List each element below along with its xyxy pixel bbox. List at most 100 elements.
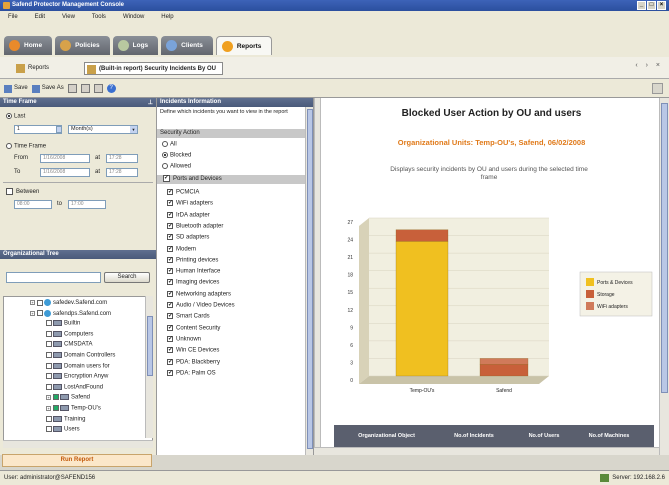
- tree-item[interactable]: Users: [46, 426, 80, 433]
- menu-tools[interactable]: Tools: [92, 14, 106, 20]
- tree-checkbox[interactable]: [46, 426, 52, 433]
- tree-item[interactable]: + safedev.Safend.com: [30, 299, 107, 306]
- report-hscroll[interactable]: [314, 447, 659, 455]
- layout-icon[interactable]: [652, 83, 663, 94]
- tree-vscroll-thumb[interactable]: [147, 316, 153, 376]
- port-checkbox[interactable]: ✓: [167, 234, 173, 241]
- pin-icon[interactable]: ⊥: [148, 99, 153, 108]
- report-vscroll[interactable]: [659, 98, 669, 455]
- port-item[interactable]: ✓ Smart Cards: [167, 313, 210, 320]
- tree-item[interactable]: Domain users for: [46, 362, 110, 369]
- port-checkbox[interactable]: ✓: [167, 268, 173, 275]
- port-item[interactable]: ✓ Imaging devices: [167, 279, 219, 286]
- port-item[interactable]: ✓ PDA: Palm OS: [167, 369, 216, 376]
- port-item[interactable]: ✓ PCMCIA: [167, 189, 199, 196]
- tree-item[interactable]: Builtin: [46, 320, 80, 327]
- last-value-field[interactable]: 1: [14, 125, 62, 134]
- port-item[interactable]: ✓ Printing devices: [167, 256, 218, 263]
- search-button[interactable]: Search: [104, 272, 150, 283]
- report-vscroll-thumb[interactable]: [661, 103, 668, 393]
- expand-icon[interactable]: +: [46, 405, 51, 411]
- port-item[interactable]: ✓ Win CE Devices: [167, 347, 219, 354]
- tab-logs[interactable]: Logs: [112, 36, 159, 55]
- tab-clients[interactable]: Clients: [161, 36, 213, 55]
- save-button[interactable]: Save: [4, 85, 28, 93]
- tree-checkbox[interactable]: [46, 341, 52, 348]
- close-button[interactable]: ×: [657, 1, 666, 10]
- action-allowed-radio[interactable]: [162, 163, 168, 169]
- tree-checkbox[interactable]: [46, 415, 52, 422]
- tree-vscroll[interactable]: [145, 296, 153, 438]
- print-icon[interactable]: [93, 83, 103, 93]
- port-checkbox[interactable]: ✓: [167, 369, 173, 376]
- to-time-field[interactable]: 17:28: [106, 168, 138, 177]
- report-left-scroll[interactable]: [314, 98, 321, 455]
- port-checkbox[interactable]: ✓: [167, 358, 173, 365]
- port-item[interactable]: ✓ SD adapters: [167, 234, 209, 241]
- action-blocked[interactable]: Blocked: [162, 152, 191, 159]
- port-checkbox[interactable]: ✓: [167, 324, 173, 331]
- tree-checkbox[interactable]: [53, 405, 59, 411]
- tree-item[interactable]: Computers: [46, 330, 93, 337]
- minimize-button[interactable]: _: [637, 1, 646, 10]
- port-item[interactable]: ✓ Modem: [167, 245, 196, 252]
- tree-checkbox[interactable]: [46, 330, 52, 337]
- menu-help[interactable]: Help: [161, 14, 173, 20]
- expand-icon[interactable]: +: [30, 300, 35, 305]
- port-checkbox[interactable]: ✓: [167, 279, 173, 286]
- expand-icon[interactable]: +: [30, 310, 35, 316]
- action-all-radio[interactable]: [162, 141, 168, 147]
- tree-item[interactable]: Encryption Anyw: [46, 373, 108, 380]
- tree-checkbox[interactable]: [37, 310, 43, 317]
- port-checkbox[interactable]: ✓: [167, 200, 173, 207]
- tree-checkbox[interactable]: [46, 352, 52, 358]
- between-to-field[interactable]: 17:00: [68, 200, 106, 209]
- last-unit-select[interactable]: Month(s) ▼: [68, 125, 138, 134]
- last-radio[interactable]: [6, 113, 12, 119]
- time-frame-option[interactable]: Time Frame: [6, 143, 46, 150]
- tree-checkbox[interactable]: [46, 320, 52, 327]
- save-as-button[interactable]: Save As: [31, 85, 64, 93]
- between-option[interactable]: Between: [6, 188, 39, 195]
- port-checkbox[interactable]: ✓: [167, 245, 173, 252]
- port-checkbox[interactable]: ✓: [167, 222, 173, 229]
- time-frame-radio[interactable]: [6, 143, 12, 149]
- tree-checkbox[interactable]: [46, 373, 52, 380]
- incidents-vscroll-thumb[interactable]: [307, 109, 313, 449]
- copy-icon[interactable]: [67, 83, 77, 93]
- subtab-current-report[interactable]: (Built-in report) Security Incidents By …: [84, 62, 224, 75]
- tab-nav-arrows[interactable]: ‹ › ×: [635, 62, 663, 69]
- port-checkbox[interactable]: ✓: [167, 211, 173, 218]
- port-item[interactable]: ✓ PDA: Blackberry: [167, 358, 220, 365]
- tab-policies[interactable]: Policies: [55, 36, 110, 55]
- ports-header[interactable]: ✓ Ports and Devices: [157, 175, 306, 184]
- tree-checkbox[interactable]: [46, 362, 52, 369]
- tree-item[interactable]: CMSDATA: [46, 341, 92, 348]
- port-item[interactable]: ✓ Unknown: [167, 335, 201, 342]
- port-item[interactable]: ✓ Bluetooth adapter: [167, 222, 223, 229]
- port-item[interactable]: ✓ Content Security: [167, 324, 220, 331]
- tree-item[interactable]: + Safend: [46, 394, 90, 401]
- chevron-down-icon[interactable]: ▼: [130, 126, 137, 133]
- from-date-field[interactable]: 1/16/2008: [40, 154, 90, 163]
- port-checkbox[interactable]: ✓: [167, 313, 173, 320]
- tree-item[interactable]: Training: [46, 415, 85, 422]
- port-item[interactable]: ✓ Networking adapters: [167, 290, 231, 297]
- tree-checkbox[interactable]: [46, 383, 52, 390]
- last-value-spinner[interactable]: [56, 126, 62, 133]
- tree-search-input[interactable]: [6, 272, 101, 283]
- menu-window[interactable]: Window: [123, 14, 144, 20]
- incidents-vscroll[interactable]: [305, 107, 313, 455]
- run-report-button[interactable]: Run Report: [2, 454, 152, 467]
- port-item[interactable]: ✓ Audio / Video Devices: [167, 302, 235, 309]
- port-checkbox[interactable]: ✓: [167, 302, 173, 308]
- port-item[interactable]: ✓ IrDA adapter: [167, 211, 210, 218]
- menu-edit[interactable]: Edit: [35, 14, 45, 20]
- port-checkbox[interactable]: ✓: [167, 290, 173, 297]
- between-from-field[interactable]: 08:00: [14, 200, 52, 209]
- port-checkbox[interactable]: ✓: [167, 347, 173, 354]
- help-icon[interactable]: ?: [106, 83, 116, 93]
- maximize-button[interactable]: □: [647, 1, 656, 10]
- to-date-field[interactable]: 1/16/2008: [40, 168, 90, 177]
- port-checkbox[interactable]: ✓: [167, 335, 173, 342]
